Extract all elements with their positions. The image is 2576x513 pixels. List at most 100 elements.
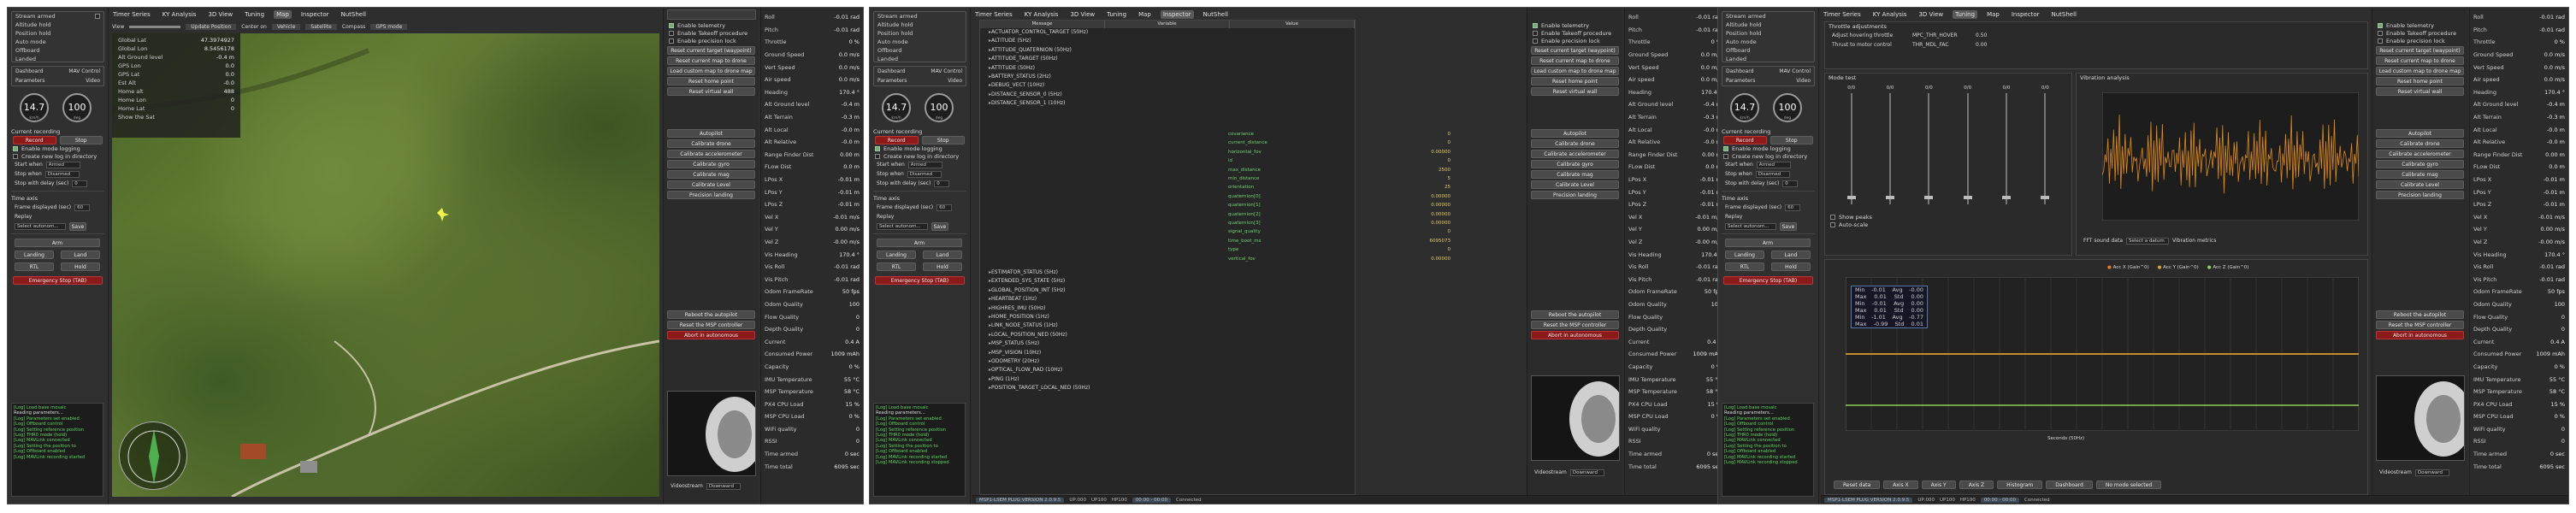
telemetry-value: 0 <box>2561 326 2565 333</box>
message-row[interactable]: ATTITUDE (50Hz) <box>980 64 1355 73</box>
message-row[interactable]: ESTIMATOR_STATUS (5Hz) <box>980 268 1355 277</box>
message-row[interactable]: MSP_VISION (10Hz) <box>980 349 1355 357</box>
motor-slider[interactable]: 0/0 <box>1963 86 1972 204</box>
tab-time-series[interactable]: Timer Series <box>110 10 153 19</box>
motor-slider[interactable]: 0/0 <box>2041 86 2050 204</box>
record-button[interactable]: Record <box>13 136 56 144</box>
satellite-map[interactable]: Global Lat 47.3974927 Global Lon 8.5456178… <box>112 33 659 497</box>
calibration-button[interactable]: Autopilot <box>667 129 755 138</box>
takeoff-button[interactable]: Landing <box>15 251 54 259</box>
accel-control-button[interactable]: Dashboard <box>2046 481 2093 489</box>
frame-input[interactable]: 60 <box>74 203 91 211</box>
message-row[interactable]: OPTICAL_FLOW_RAD (10Hz) <box>980 366 1355 374</box>
accel-control-button[interactable]: Histogram <box>1997 481 2043 489</box>
emergency-stop-button[interactable]: Emergency Stop (TAB) <box>13 276 103 285</box>
stop-button[interactable]: Stop <box>921 136 965 144</box>
message-row[interactable]: HIGHRES_IMU (50Hz) <box>980 304 1355 313</box>
message-row[interactable]: PING (1Hz) <box>980 375 1355 384</box>
telemetry-label: FLow Dist <box>2473 163 2501 171</box>
control-toggle[interactable]: Enable telemetry <box>664 21 759 29</box>
mode-parameters[interactable]: Parameters <box>15 78 44 84</box>
motor-slider[interactable]: 0/0 <box>1846 86 1856 204</box>
telemetry-label: LPos X <box>765 176 783 184</box>
message-row[interactable]: DISTANCE_SENSOR_1 (10Hz) <box>980 99 1355 108</box>
control-button[interactable]: Load custom map to drone map <box>667 67 755 75</box>
message-row[interactable]: ATTITUDE_TARGET (50Hz) <box>980 55 1355 63</box>
calibration-button[interactable]: Calibrate gyro <box>667 160 755 168</box>
zoom-slider[interactable] <box>129 25 181 28</box>
arm-button[interactable]: Arm <box>15 239 100 247</box>
calibration-button[interactable]: Calibrate accelerometer <box>667 150 755 158</box>
layout-select[interactable]: Select autonom... <box>15 222 66 230</box>
accel-control-button[interactable]: Axis Y <box>1921 481 1956 489</box>
motor-slider[interactable]: 0/0 <box>2001 86 2011 204</box>
control-button[interactable]: Reset current target (waypoint) <box>667 46 755 55</box>
calibration-button[interactable]: Calibrate mag <box>667 170 755 179</box>
stop-delay-input[interactable]: 0 <box>72 180 88 187</box>
message-row[interactable]: LINK_NODE_STATUS (1Hz) <box>980 321 1355 330</box>
create-dir-check[interactable]: Create new log in directory <box>8 152 108 160</box>
enable-logging-check[interactable]: Enable mode logging <box>8 144 108 152</box>
videostream-select[interactable]: Downward <box>706 482 741 490</box>
message-row[interactable]: BATTERY_STATUS (2Hz) <box>980 73 1355 81</box>
tab-map[interactable]: Map <box>274 10 292 19</box>
accel-control-button[interactable]: Axis X <box>1883 481 1918 489</box>
status-check[interactable] <box>90 13 100 21</box>
message-row[interactable]: ACTUATOR_CONTROL_TARGET (50Hz) <box>980 28 1355 37</box>
control-button[interactable]: Reset home point <box>667 77 755 86</box>
land-button[interactable]: Land <box>61 251 100 259</box>
message-row[interactable]: DEBUG_VECT (10Hz) <box>980 81 1355 90</box>
accel-control-button[interactable]: Axis Z <box>1959 481 1994 489</box>
compass-toggle[interactable]: Compass <box>342 24 365 30</box>
tab-tuning[interactable]: Tuning <box>242 10 267 19</box>
message-row[interactable]: HEARTBEAT (1Hz) <box>980 295 1355 304</box>
emergency-stop-button[interactable]: Emergency Stop (TAB) <box>875 276 965 285</box>
accel-control-button[interactable]: Reset data <box>1834 481 1881 489</box>
mode-video[interactable]: Video <box>86 78 100 84</box>
system-button[interactable]: Reset the MSP controller <box>667 321 755 329</box>
message-row[interactable]: MSP_STATUS (5Hz) <box>980 339 1355 348</box>
motor-slider[interactable]: 0/0 <box>1885 86 1894 204</box>
center-on-select[interactable]: Vehicle <box>271 23 301 30</box>
message-row[interactable]: EXTENDED_SYS_STATE (5Hz) <box>980 277 1355 286</box>
map-type-select[interactable]: Satellite <box>305 23 337 30</box>
update-position-button[interactable]: Update Position <box>186 23 237 30</box>
telemetry-label: Depth Quality <box>1628 326 1668 333</box>
control-button[interactable]: Reset virtual wall <box>667 87 755 96</box>
control-button[interactable]: Reset current map to drone <box>667 56 755 65</box>
start-when-select[interactable]: Armed <box>45 161 80 168</box>
message-row[interactable]: LOCAL_POSITION_NED (50Hz) <box>980 331 1355 339</box>
record-button[interactable]: Record <box>875 136 919 144</box>
message-row[interactable]: GLOBAL_POSITION_INT (5Hz) <box>980 286 1355 295</box>
mode-mav-control[interactable]: MAV Control <box>68 68 100 74</box>
message-row[interactable]: DISTANCE_SENSOR_0 (5Hz) <box>980 91 1355 99</box>
gps-mode-button[interactable]: GPS mode <box>370 23 408 30</box>
message-row[interactable]: ODOMETRY (20Hz) <box>980 357 1355 366</box>
mode-dashboard[interactable]: Dashboard <box>15 68 44 74</box>
calibration-button[interactable]: Precision landing <box>667 191 755 199</box>
message-row[interactable]: POSITION_TARGET_LOCAL_NED (50Hz) <box>980 384 1355 392</box>
hold-button[interactable]: Hold <box>61 262 100 271</box>
tab-3d-view[interactable]: 3D View <box>205 10 235 19</box>
tab-inspector[interactable]: Inspector <box>298 10 332 19</box>
calibration-button[interactable]: Calibrate drone <box>667 139 755 148</box>
stop-button[interactable]: Stop <box>59 136 103 144</box>
tab-nutshell[interactable]: NutShell <box>339 10 369 19</box>
motor-slider[interactable]: 0/0 <box>1924 86 1934 204</box>
message-row[interactable]: ALTITUDE (5Hz) <box>980 37 1355 45</box>
layout-save-button[interactable]: Save <box>69 221 86 231</box>
stop-when-select[interactable]: Disarmed <box>44 170 80 178</box>
tab-inspector[interactable]: Inspector <box>1160 10 1194 19</box>
control-toggle[interactable]: Enable precision lock <box>664 37 759 44</box>
status-row: Offboard <box>12 46 103 55</box>
tab-tuning[interactable]: Tuning <box>1953 10 1978 19</box>
rtl-button[interactable]: RTL <box>15 262 54 271</box>
calibration-button[interactable]: Calibrate Level <box>667 180 755 189</box>
message-row[interactable]: ATTITUDE_QUATERNION (50Hz) <box>980 46 1355 55</box>
abort-button[interactable]: Abort in autonomous <box>667 331 755 339</box>
system-button[interactable]: Reboot the autopilot <box>667 310 755 319</box>
tab-xy-analysis[interactable]: KY Analysis <box>160 10 199 19</box>
accel-control-button[interactable]: No mode selected <box>2095 481 2162 489</box>
message-row[interactable]: HOME_POSITION (1Hz) <box>980 313 1355 321</box>
control-toggle[interactable]: Enable Takeoff procedure <box>664 29 759 37</box>
